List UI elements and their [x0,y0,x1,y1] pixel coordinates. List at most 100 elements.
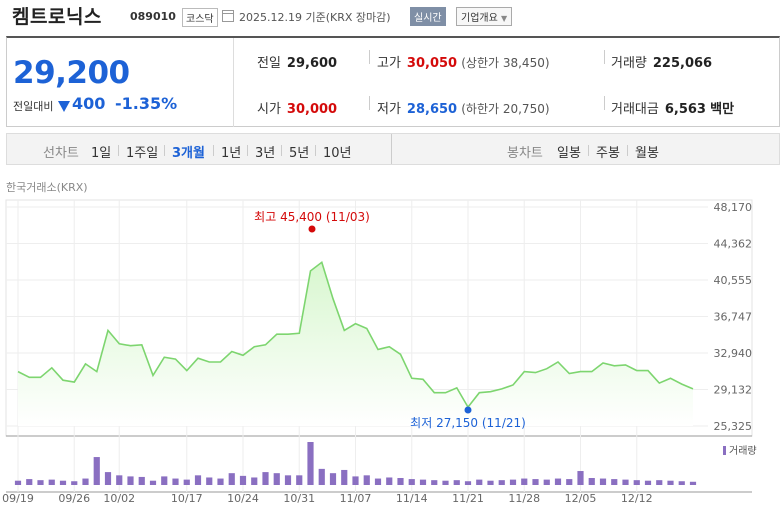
volume-bar [408,479,415,485]
tab-5y[interactable]: 5년 [289,142,309,161]
tab-3y[interactable]: 3년 [255,142,275,161]
stock-header: 켐트로닉스 089010 코스닥 2025.12.19 기준(KRX 장마감) … [0,0,780,34]
amount-label: 거래대금 [611,102,659,117]
open-label: 시가 [257,102,281,117]
y-tick-label: 32,940 [714,347,753,360]
volume-bar [161,476,168,485]
volume-bar [453,480,460,485]
calendar-icon [222,10,234,22]
base-date: 2025.12.19 기준(KRX 장마감) [239,11,391,24]
x-tick-label: 11/28 [508,492,540,505]
data-source: 한국거래소(KRX) [6,181,88,194]
volume-bar [487,480,494,485]
high-marker [308,225,316,233]
y-tick-label: 25,325 [714,420,753,433]
volume-bar [386,477,393,485]
y-tick-label: 36,747 [714,311,753,324]
prev-close: 전일 29,600 [257,52,337,71]
x-tick-label: 09/19 [2,492,34,505]
volume-bar [93,457,100,485]
amount-unit: 백만 [710,102,735,117]
y-tick-label: 29,132 [714,384,753,397]
volume-bar [476,479,483,485]
prev-close-value: 29,600 [286,56,338,71]
volume-bar [307,442,314,485]
volume-bar [543,479,550,485]
volume-label: 거래량 [611,56,647,71]
volume-bar [14,480,22,485]
volume-bar [644,480,652,485]
divider [164,145,165,156]
tab-3m[interactable]: 3개월 [172,142,205,161]
volume-bar [296,475,303,485]
low-marker [464,406,472,414]
x-tick-label: 11/21 [452,492,484,505]
volume-legend-swatch [723,446,726,455]
trade-amount: 거래대금 6,563 백만 [611,98,734,117]
current-price: 29,200 [13,55,130,91]
volume-bar [521,478,528,485]
price-summary: 29,200 전일대비 400 -1.35% 전일 29,600 고가 30,050… [6,36,780,127]
divider [604,96,605,110]
divider [213,145,214,156]
tab-weekly[interactable]: 주봉 [596,142,620,161]
open-value: 30,000 [286,102,338,117]
company-info-dropdown[interactable]: 기업개요 ▼ [456,7,513,26]
price-chart: 48,170 44,362 40,555 36,747 32,940 29,132 25,3… [2,199,757,505]
tab-1w[interactable]: 1주일 [126,142,158,161]
volume-bar [689,481,697,485]
lower-limit: (하한가 20,750) [461,102,550,116]
volume-bar [183,479,190,485]
volume-value: 225,066 [652,56,713,71]
x-tick-label: 12/05 [565,492,597,505]
volume-bar [678,481,685,485]
volume-bar [116,475,123,485]
divider [247,145,248,156]
line-chart-label: 선차트 [43,146,79,161]
stock-code: 089010 [130,10,176,23]
volume-bar [273,473,280,485]
volume-bar [26,479,33,485]
open-price: 시가 30,000 [257,98,337,117]
down-arrow-icon [58,101,70,112]
tab-10y[interactable]: 10년 [323,142,352,161]
volume-bar [239,475,247,485]
divider [627,145,628,156]
x-axis-ticks: 09/19 09/26 10/02 10/17 10/24 10/31 11/07 11/14… [2,492,652,505]
high-label: 고가 [377,56,401,71]
tab-1d[interactable]: 1일 [91,142,111,161]
upper-limit: (상한가 38,450) [461,56,550,70]
change-value: 400 [72,94,106,113]
x-tick-label: 10/24 [227,492,259,505]
y-tick-label: 44,362 [714,238,753,251]
candle-chart-label: 봉차트 [507,146,543,161]
volume-bar [442,480,449,485]
high-label: 최고 45,400 (11/03) [254,210,370,224]
x-tick-label: 09/26 [58,492,90,505]
x-tick-label: 12/12 [621,492,653,505]
tab-group-divider [391,134,392,164]
volume-bar [532,479,539,485]
volume-bar [251,477,258,485]
company-info-label: 기업개요 [461,13,498,24]
volume-legend-label: 거래량 [729,445,757,457]
divider [369,50,370,64]
volume-bar [127,476,134,485]
volume-bar [172,478,179,485]
volume-bar [577,471,584,485]
volume-bar [509,479,517,485]
realtime-button[interactable]: 실시간 [410,7,446,26]
volume-bar [262,472,269,485]
x-tick-label: 10/02 [103,492,135,505]
x-tick-label: 11/14 [396,492,428,505]
tab-daily[interactable]: 일봉 [557,142,581,161]
volume-bar [554,478,562,485]
tab-monthly[interactable]: 월봉 [635,142,659,161]
chart-period-tabs: 선차트 1일 1주일 3개월 1년 3년 5년 10년 봉차트 일봉 주봉 월봉 [6,133,780,165]
volume-bar [284,475,292,485]
divider [369,96,370,110]
volume-bar [397,478,404,485]
volume-bar [611,479,618,485]
tab-1y[interactable]: 1년 [221,142,241,161]
volume-bar [498,480,505,485]
